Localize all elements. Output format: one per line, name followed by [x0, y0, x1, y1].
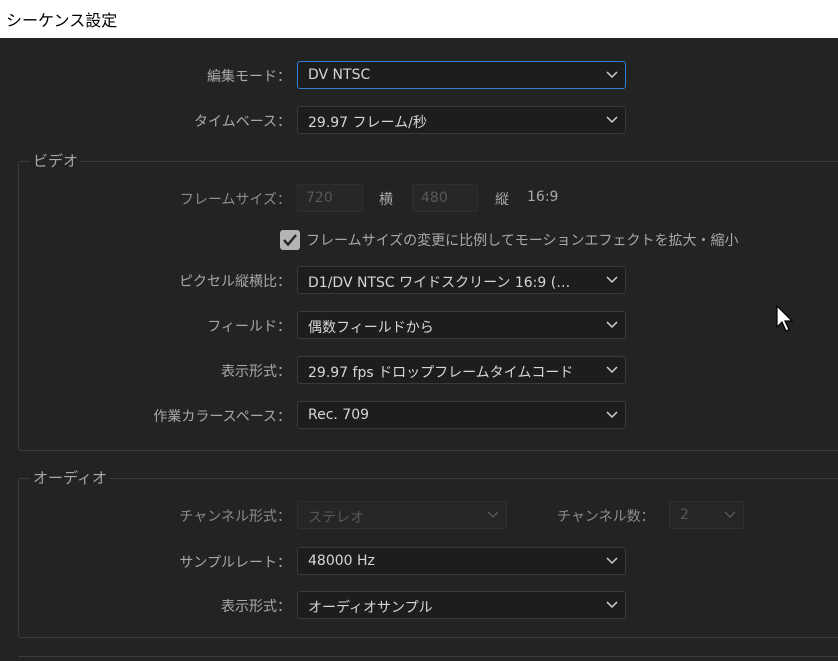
chevron-down-icon [724, 511, 736, 519]
video-display-format-label: 表示形式： [221, 364, 291, 380]
pixel-aspect-dropdown[interactable]: D1/DV NTSC ワイドスクリーン 16:9 (… [297, 266, 626, 294]
timebase-value: 29.97 フレーム/秒 [308, 115, 427, 131]
audio-display-format-value: オーディオサンプル [308, 600, 433, 616]
next-group-edge [18, 656, 838, 661]
chevron-down-icon [606, 276, 618, 284]
fields-dropdown[interactable]: 偶数フィールドから [297, 311, 626, 339]
video-display-format-dropdown[interactable]: 29.97 fps ドロップフレームタイムコード [297, 356, 626, 384]
frame-height-label: 縦 [495, 192, 509, 208]
scale-motion-checkbox[interactable] [280, 230, 300, 250]
mouse-pointer-icon [776, 305, 794, 332]
pixel-aspect-value: D1/DV NTSC ワイドスクリーン 16:9 (… [308, 275, 571, 291]
video-display-format-value: 29.97 fps ドロップフレームタイムコード [308, 365, 574, 381]
chevron-down-icon [606, 71, 618, 79]
frame-height-field[interactable]: 480 [412, 184, 478, 212]
chevron-down-icon [606, 116, 618, 124]
channel-format-dropdown[interactable]: ステレオ [297, 501, 507, 529]
chevron-down-icon [606, 411, 618, 419]
timebase-label: タイムベース： [193, 114, 291, 130]
window-title: シーケンス設定 [6, 11, 118, 30]
channel-count-value: 2 [680, 507, 689, 523]
color-space-label: 作業カラースペース： [153, 409, 291, 425]
chevron-down-icon [606, 557, 618, 565]
sample-rate-label: サンプルレート： [179, 555, 291, 571]
sample-rate-dropdown[interactable]: 48000 Hz [297, 547, 626, 575]
frame-width-field[interactable]: 720 [297, 184, 363, 212]
frame-size-label: フレームサイズ： [179, 192, 291, 208]
channel-count-label: チャンネル数： [557, 509, 655, 525]
color-space-dropdown[interactable]: Rec. 709 [297, 401, 626, 429]
chevron-down-icon [606, 601, 618, 609]
fields-label: フィールド： [207, 319, 291, 335]
editing-mode-dropdown[interactable]: DV NTSC [297, 61, 626, 89]
editing-mode-label: 編集モード： [207, 69, 291, 85]
fields-value: 偶数フィールドから [308, 320, 434, 336]
color-space-value: Rec. 709 [308, 407, 370, 423]
frame-width-label: 横 [379, 192, 393, 208]
video-group-legend: ビデオ [30, 150, 82, 171]
audio-display-format-label: 表示形式： [221, 599, 291, 615]
editing-mode-value: DV NTSC [308, 67, 371, 83]
pixel-aspect-label: ピクセル縦横比： [179, 274, 291, 290]
timebase-dropdown[interactable]: 29.97 フレーム/秒 [297, 106, 626, 134]
chevron-down-icon [606, 366, 618, 374]
sample-rate-value: 48000 Hz [308, 553, 375, 569]
audio-group-legend: オーディオ [30, 467, 110, 488]
channel-format-label: チャンネル形式： [179, 509, 291, 525]
checkmark-icon [283, 234, 297, 247]
channel-format-value: ステレオ [308, 510, 364, 526]
title-bar: シーケンス設定 [0, 0, 838, 38]
channel-count-dropdown[interactable]: 2 [669, 501, 744, 529]
scale-motion-checkbox-label[interactable]: フレームサイズの変更に比例してモーションエフェクトを拡大・縮小 [306, 230, 738, 250]
audio-display-format-dropdown[interactable]: オーディオサンプル [297, 591, 626, 619]
frame-aspect-ratio: 16:9 [527, 189, 559, 205]
chevron-down-icon [606, 321, 618, 329]
chevron-down-icon [487, 511, 499, 519]
